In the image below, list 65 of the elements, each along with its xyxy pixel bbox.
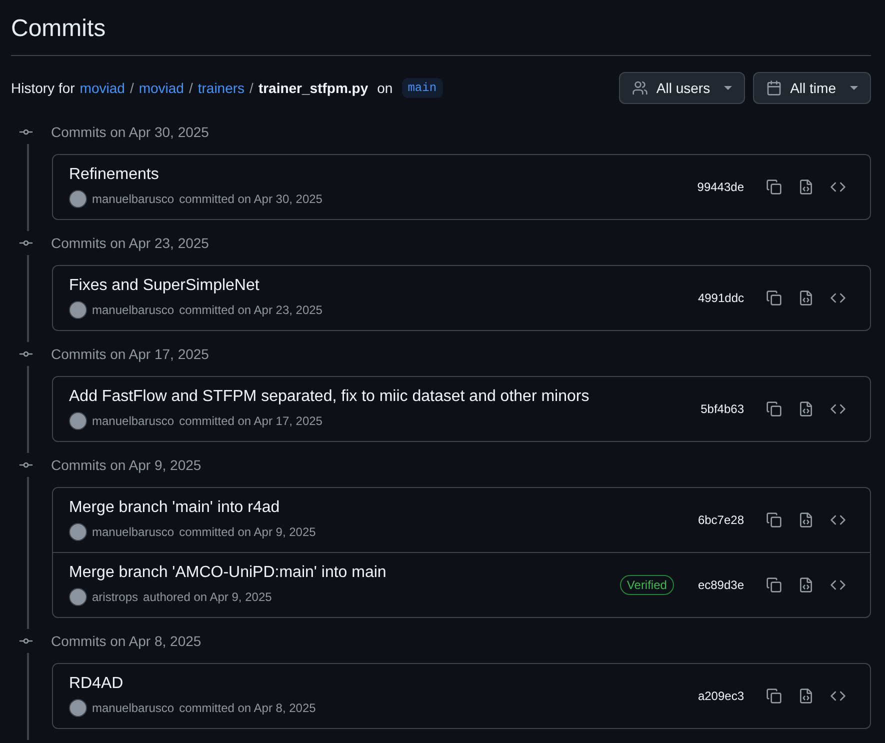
avatar <box>69 523 87 541</box>
history-label: History for <box>11 80 75 96</box>
commit-date: committed on Apr 17, 2025 <box>179 414 322 428</box>
commit-sha[interactable]: 99443de <box>697 180 744 194</box>
verified-badge[interactable]: Verified <box>620 575 674 595</box>
group-heading: Commits on Apr 9, 2025 <box>51 457 202 473</box>
avatar <box>69 412 87 430</box>
author-link[interactable]: manuelbarusco <box>92 303 174 317</box>
commit-message[interactable]: Fixes and SuperSimpleNet <box>69 277 698 295</box>
commit-date: committed on Apr 23, 2025 <box>179 303 322 317</box>
copy-icon <box>766 401 782 417</box>
avatar <box>69 699 87 717</box>
group-heading: Commits on Apr 23, 2025 <box>51 235 209 251</box>
file-code-icon <box>798 512 814 528</box>
breadcrumb-link[interactable]: moviad <box>138 80 184 96</box>
author-link[interactable]: manuelbarusco <box>92 192 174 206</box>
caret-icon <box>724 86 732 90</box>
path-separator: / <box>250 80 254 96</box>
users-icon <box>632 80 648 96</box>
commit-message[interactable]: Refinements <box>69 166 698 184</box>
commit-message[interactable]: Add FastFlow and STFPM separated, fix to miic dataset and other minors <box>69 388 701 406</box>
commit-message[interactable]: RD4AD <box>69 675 698 693</box>
commit-sha[interactable]: a209ec3 <box>698 689 744 703</box>
on-label: on <box>377 80 393 96</box>
commit-sha[interactable]: 4991ddc <box>698 291 744 305</box>
copy-icon <box>766 290 782 306</box>
author-link[interactable]: manuelbarusco <box>92 414 174 428</box>
commit-sha[interactable]: ec89d3e <box>698 578 744 592</box>
path-separator: / <box>130 80 134 96</box>
commit-message[interactable]: Merge branch 'AMCO-UniPD:main' into main <box>69 564 620 582</box>
avatar <box>69 190 87 208</box>
commit-date: committed on Apr 8, 2025 <box>179 701 316 715</box>
commit-message[interactable]: Merge branch 'main' into r4ad <box>69 499 698 517</box>
group-heading: Commits on Apr 8, 2025 <box>51 633 202 649</box>
commit-date: committed on Apr 30, 2025 <box>179 192 322 206</box>
caret-icon <box>850 86 858 90</box>
commit-sha[interactable]: 5bf4b63 <box>700 402 744 416</box>
filter-button[interactable]: All users <box>619 72 746 104</box>
breadcrumb-link[interactable]: moviad <box>80 80 125 96</box>
file-code-icon <box>798 179 814 195</box>
file-code-icon <box>798 577 814 593</box>
copy-icon <box>766 179 782 195</box>
file-code-icon <box>798 290 814 306</box>
author-link[interactable]: manuelbarusco <box>92 525 174 539</box>
commit-date: committed on Apr 9, 2025 <box>179 525 316 539</box>
calendar-icon <box>766 80 782 96</box>
copy-icon <box>766 512 782 528</box>
group-heading: Commits on Apr 30, 2025 <box>51 124 209 140</box>
avatar <box>69 301 87 319</box>
avatar <box>69 588 87 606</box>
path-separator: / <box>188 80 193 96</box>
author-link[interactable]: aristrops <box>92 590 138 604</box>
group-heading: Commits on Apr 17, 2025 <box>51 346 209 362</box>
file-code-icon <box>798 401 814 417</box>
filter-button[interactable]: All time <box>753 72 871 104</box>
commit-date: authored on Apr 9, 2025 <box>143 590 272 604</box>
copy-icon <box>766 577 782 593</box>
file-name: trainer_stfpm.py <box>258 80 368 96</box>
author-link[interactable]: manuelbarusco <box>92 701 174 715</box>
branch-name[interactable]: main <box>402 78 443 98</box>
commit-sha[interactable]: 6bc7e28 <box>698 513 744 527</box>
file-code-icon <box>798 688 814 704</box>
page-title: Commits <box>11 15 871 56</box>
breadcrumb-link[interactable]: trainers <box>198 80 245 96</box>
copy-icon <box>766 688 782 704</box>
